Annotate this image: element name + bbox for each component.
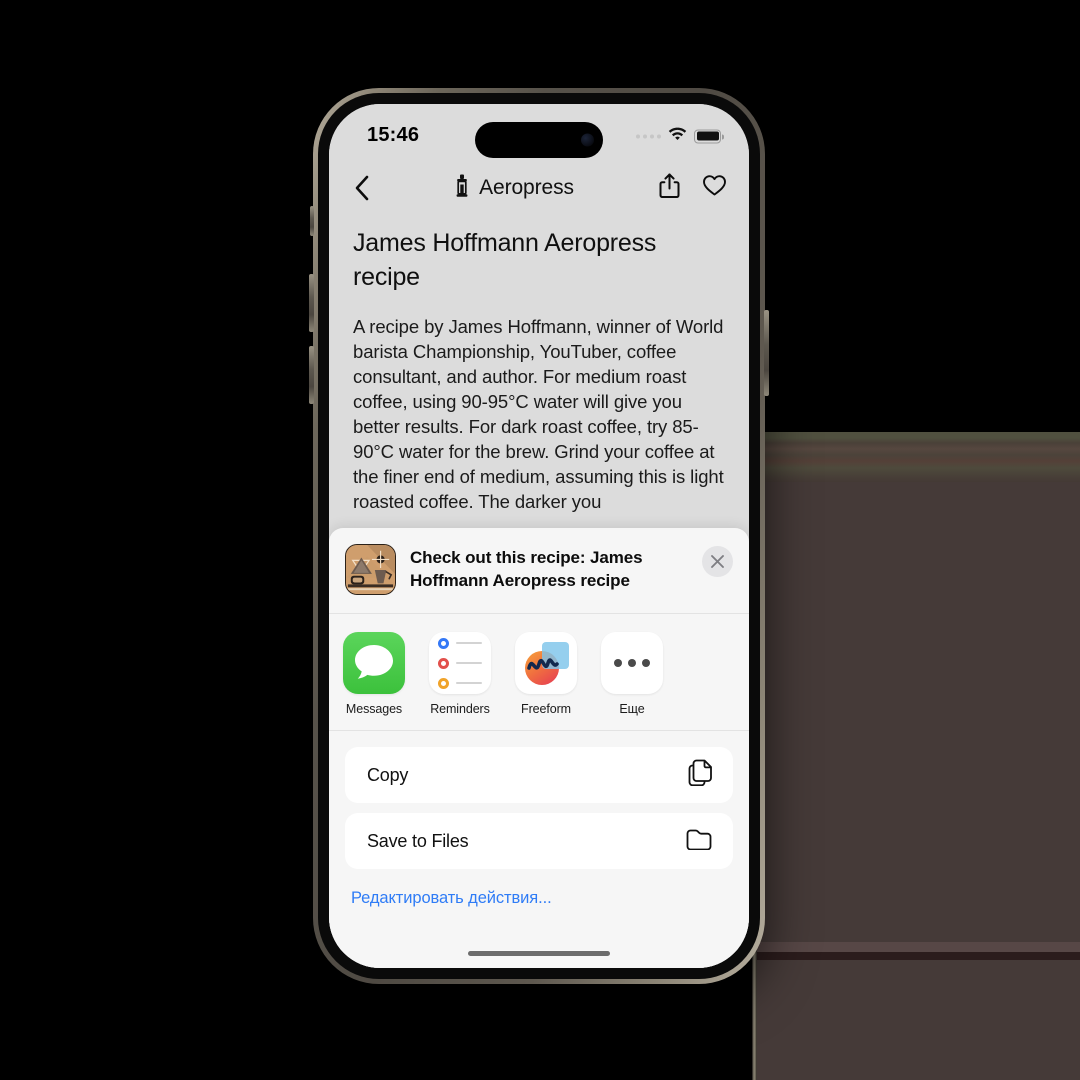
back-button[interactable] — [347, 175, 375, 201]
device-bezel: 15:46 Aeropress James Hoffmann Aeropress… — [318, 93, 760, 979]
heart-icon[interactable] — [702, 174, 727, 202]
share-app-label: Freeform — [521, 702, 571, 716]
share-app-reminders[interactable]: Reminders — [429, 632, 491, 716]
article-paragraph: A recipe by James Hoffmann, winner of Wo… — [353, 316, 724, 512]
share-app-row: Messages Reminders Freeform Еще — [329, 614, 749, 731]
reminders-icon — [429, 632, 491, 694]
navigation-actions — [659, 173, 727, 204]
close-icon[interactable] — [702, 546, 733, 577]
share-action-save-to-files[interactable]: Save to Files — [345, 813, 733, 869]
share-app-messages[interactable]: Messages — [343, 632, 405, 716]
share-action-label: Copy — [367, 764, 409, 785]
ambient-panel — [757, 482, 1080, 942]
navigation-bar: Aeropress — [329, 162, 749, 214]
aeropress-icon — [454, 174, 470, 203]
freeform-icon — [515, 632, 577, 694]
more-icon — [601, 632, 663, 694]
home-indicator[interactable] — [468, 951, 610, 956]
battery-icon — [694, 129, 724, 143]
share-app-label: Messages — [345, 702, 403, 716]
article-title: James Hoffmann Aeropress recipe — [353, 229, 657, 291]
coffee-app-icon — [345, 544, 396, 595]
iphone-device: 15:46 Aeropress James Hoffmann Aeropress… — [309, 88, 769, 984]
page-title: Aeropress — [479, 176, 574, 199]
share-app-label: Еще — [619, 702, 645, 716]
status-bar: 15:46 — [329, 104, 749, 162]
article-body-container: James Hoffmann Aeropress recipe A recipe… — [329, 214, 749, 514]
share-app-more[interactable]: Еще — [601, 632, 663, 716]
status-bar-time: 15:46 — [367, 123, 420, 146]
edit-actions-link[interactable]: Редактировать действия... — [329, 879, 749, 908]
share-sheet-header: Check out this recipe: James Hoffmann Ae… — [329, 528, 749, 614]
navigation-title-group: Aeropress — [379, 174, 649, 203]
silent-switch[interactable] — [310, 206, 314, 236]
ambient-panel-lower — [757, 960, 1080, 1080]
share-actions-list: Copy Save to Files — [329, 731, 749, 879]
folder-icon — [686, 828, 713, 855]
share-action-label: Save to Files — [367, 830, 469, 851]
screenshot-canvas: 15:46 Aeropress James Hoffmann Aeropress… — [0, 0, 1080, 1080]
wifi-icon — [668, 127, 687, 146]
share-subject: Check out this recipe: James Hoffmann Ae… — [410, 548, 643, 590]
ambient-line-dark — [757, 952, 1080, 960]
share-app-freeform[interactable]: Freeform — [515, 632, 577, 716]
device-screen: 15:46 Aeropress James Hoffmann Aeropress… — [329, 104, 749, 968]
share-sheet: Check out this recipe: James Hoffmann Ae… — [329, 528, 749, 968]
ambient-band — [757, 432, 1080, 482]
share-app-label: Reminders — [430, 702, 490, 716]
messages-icon — [343, 632, 405, 694]
share-icon[interactable] — [659, 173, 680, 204]
cellular-dots-icon — [636, 134, 661, 138]
volume-up-button[interactable] — [309, 274, 314, 332]
share-action-copy[interactable]: Copy — [345, 747, 733, 803]
volume-down-button[interactable] — [309, 346, 314, 404]
front-camera-lens — [581, 133, 594, 147]
ambient-line-light — [757, 942, 1080, 952]
dynamic-island — [475, 122, 603, 158]
copy-icon — [688, 759, 713, 791]
status-bar-indicators — [636, 127, 724, 146]
power-button[interactable] — [764, 310, 769, 396]
